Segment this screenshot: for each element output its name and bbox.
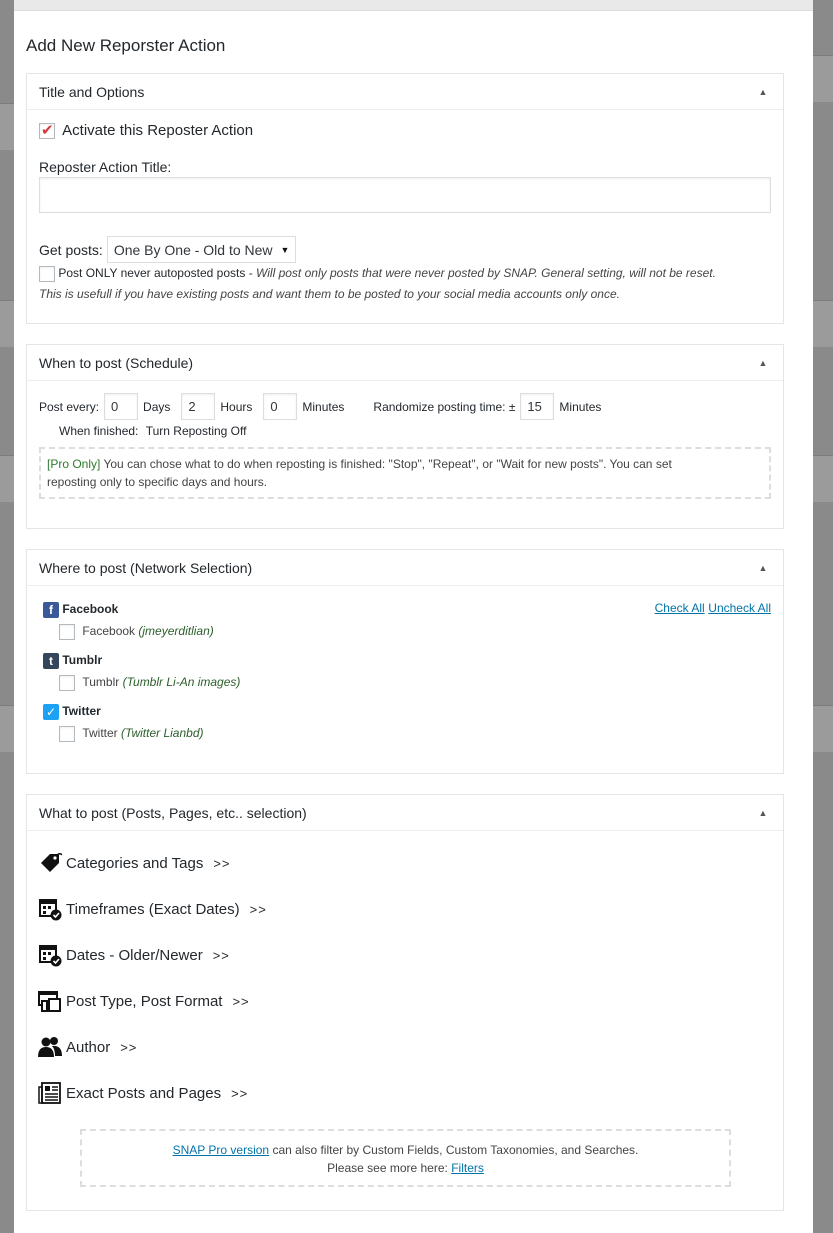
tag-icon (41, 852, 62, 872)
account-name: (jmeyerditlian) (138, 624, 214, 639)
activate-checkbox[interactable] (39, 121, 55, 140)
newspaper-icon (38, 1082, 61, 1104)
filter-categories-tags[interactable]: Categories and Tags >> (38, 851, 231, 875)
pro-only-tag: [Pro Only] (47, 457, 101, 471)
filter-label: Post Type, Post Format (66, 992, 223, 1010)
when-finished-value[interactable]: Turn Reposting Off (146, 424, 247, 438)
filter-post-type-format[interactable]: Post Type, Post Format >> (38, 989, 250, 1013)
get-posts-label: Get posts: (39, 241, 103, 258)
users-icon (38, 1037, 62, 1057)
days-label: Days (143, 399, 171, 414)
facebook-icon: f (43, 602, 59, 618)
network-name-tumblr: Tumblr (62, 653, 103, 668)
expand-arrows: >> (213, 855, 231, 871)
filter-label: Categories and Tags (66, 854, 204, 872)
modal-top-bar (14, 0, 813, 11)
tumblr-icon: t (43, 653, 59, 669)
filter-dates-older-newer[interactable]: Dates - Older/Newer >> (38, 943, 230, 967)
expand-arrows: >> (120, 1039, 138, 1055)
panel-title: What to post (Posts, Pages, etc.. select… (39, 804, 307, 821)
pro-filter-notice: SNAP Pro version can also filter by Cust… (80, 1129, 731, 1187)
chevron-down-icon: ▼ (280, 244, 290, 255)
minutes-label: Minutes (302, 399, 345, 414)
expand-arrows: >> (249, 901, 267, 917)
account-name: (Twitter Lianbd) (121, 726, 204, 741)
facebook-account-checkbox[interactable] (59, 624, 75, 640)
filters-link[interactable]: Filters (451, 1161, 484, 1175)
never-autoposted-dash: - (245, 266, 257, 281)
page-title: Add New Reporster Action (26, 36, 226, 55)
days-input[interactable] (104, 393, 139, 420)
minutes-input[interactable] (263, 393, 298, 420)
see-more-text: Please see more here: (327, 1161, 448, 1175)
filter-timeframes[interactable]: Timeframes (Exact Dates) >> (38, 897, 267, 921)
network-panel-header[interactable]: Where to post (Network Selection) ▲ (27, 550, 783, 586)
schedule-panel: When to post (Schedule) ▲ Post every: Da… (26, 344, 784, 529)
panel-title: Title and Options (39, 83, 145, 100)
pro-filter-text: can also filter by Custom Fields, Custom… (272, 1143, 639, 1157)
hours-input[interactable] (181, 393, 216, 420)
filter-author[interactable]: Author >> (38, 1035, 137, 1059)
network-name-twitter: Twitter (62, 704, 101, 719)
hours-label: Hours (220, 399, 253, 414)
when-finished-label: When finished: (59, 424, 139, 438)
randomize-unit: Minutes (559, 399, 602, 414)
snap-pro-link[interactable]: SNAP Pro version (173, 1143, 270, 1157)
filter-label: Exact Posts and Pages (66, 1084, 222, 1102)
filter-label: Author (66, 1038, 111, 1056)
collapse-arrow-icon[interactable]: ▲ (755, 808, 771, 818)
randomize-label: Randomize posting time: ± (373, 399, 516, 414)
collapse-arrow-icon[interactable]: ▲ (755, 87, 771, 97)
post-type-icon (38, 991, 61, 1012)
filter-label: Timeframes (Exact Dates) (66, 900, 240, 918)
uncheck-all-link[interactable]: Uncheck All (708, 601, 771, 615)
panel-title: Where to post (Network Selection) (39, 559, 253, 576)
network-name-facebook: Facebook (62, 602, 119, 617)
never-autoposted-note-continued: This is usefull if you have existing pos… (39, 287, 620, 301)
reposter-action-modal: Add New Reporster Action Title and Optio… (14, 0, 813, 1233)
pro-only-text: You can chose what to do when reposting … (103, 457, 672, 471)
never-autoposted-label: Post ONLY never autoposted posts (58, 266, 246, 281)
twitter-account-checkbox[interactable] (59, 726, 75, 742)
never-autoposted-checkbox[interactable] (39, 266, 55, 282)
title-field-label: Reposter Action Title: (39, 159, 172, 175)
expand-arrows: >> (231, 1085, 249, 1101)
tumblr-account-checkbox[interactable] (59, 675, 75, 691)
never-autoposted-note: Will post only posts that were never pos… (256, 266, 716, 281)
network-selection-panel: Where to post (Network Selection) ▲ Chec… (26, 549, 784, 774)
get-posts-select-value: One By One - Old to New (113, 241, 273, 258)
title-input[interactable] (39, 177, 771, 213)
account-prefix: Tumblr (82, 675, 120, 690)
account-prefix: Twitter (82, 726, 118, 741)
expand-arrows: >> (232, 993, 250, 1009)
what-to-post-panel-header[interactable]: What to post (Posts, Pages, etc.. select… (27, 795, 783, 831)
collapse-arrow-icon[interactable]: ▲ (755, 563, 771, 573)
title-options-panel-header[interactable]: Title and Options ▲ (27, 74, 783, 110)
activate-label: Activate this Reposter Action (62, 122, 254, 139)
calendar-check-icon (39, 899, 62, 921)
get-posts-select[interactable]: One By One - Old to New ▼ (106, 236, 297, 263)
expand-arrows: >> (212, 947, 230, 963)
account-prefix: Facebook (82, 624, 136, 639)
check-all-link[interactable]: Check All (655, 601, 705, 615)
post-every-label: Post every: (39, 399, 100, 414)
schedule-panel-header[interactable]: When to post (Schedule) ▲ (27, 345, 783, 381)
panel-title: When to post (Schedule) (39, 354, 194, 371)
pro-only-text-continued: reposting only to specific days and hour… (47, 475, 268, 489)
pro-only-notice: [Pro Only] You can chose what to do when… (39, 447, 771, 499)
what-to-post-panel: What to post (Posts, Pages, etc.. select… (26, 794, 784, 1211)
calendar-check-icon (39, 945, 62, 967)
title-options-panel: Title and Options ▲ Activate this Repost… (26, 73, 784, 324)
twitter-icon: ✓ (43, 704, 59, 720)
filter-exact-posts-pages[interactable]: Exact Posts and Pages >> (38, 1081, 248, 1105)
collapse-arrow-icon[interactable]: ▲ (755, 358, 771, 368)
account-name: (Tumblr Li-An images) (122, 675, 241, 690)
filter-label: Dates - Older/Newer (66, 946, 203, 964)
randomize-input[interactable] (520, 393, 555, 420)
